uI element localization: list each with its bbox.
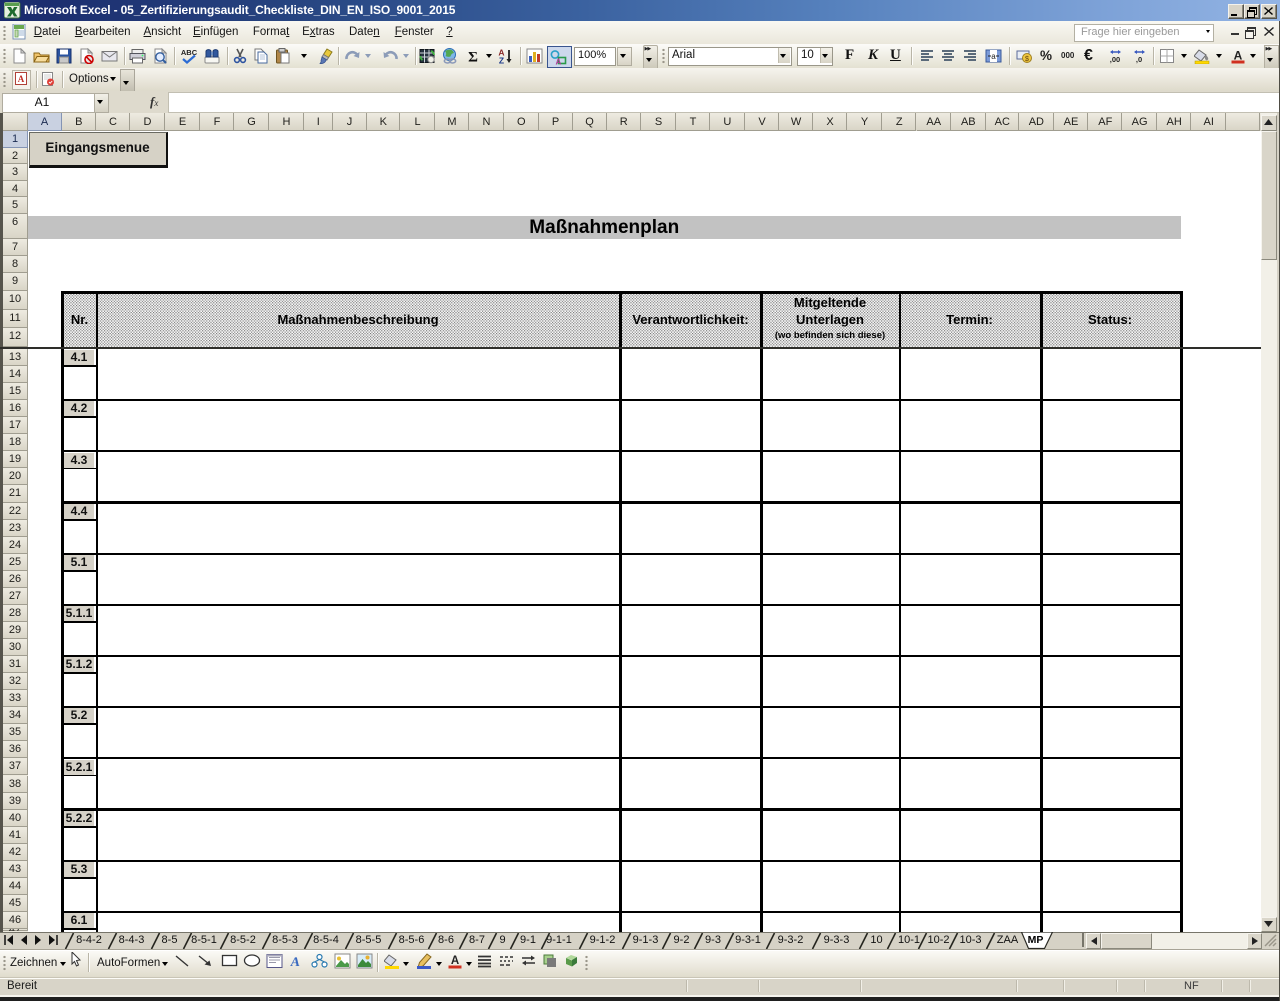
- svg-text:A: A: [451, 955, 459, 967]
- svg-text:A: A: [555, 58, 561, 66]
- svg-text:,0: ,0: [1135, 55, 1141, 64]
- svg-text:A: A: [289, 954, 301, 969]
- svg-text:a: a: [991, 52, 996, 61]
- svg-text:Z: Z: [499, 56, 504, 65]
- svg-text:,00: ,00: [1109, 55, 1119, 64]
- svg-text:Σ: Σ: [468, 50, 478, 65]
- svg-text:A: A: [1234, 49, 1243, 63]
- svg-text:A: A: [17, 74, 24, 84]
- svg-text:ABC: ABC: [180, 48, 197, 57]
- svg-text:$: $: [1025, 56, 1029, 63]
